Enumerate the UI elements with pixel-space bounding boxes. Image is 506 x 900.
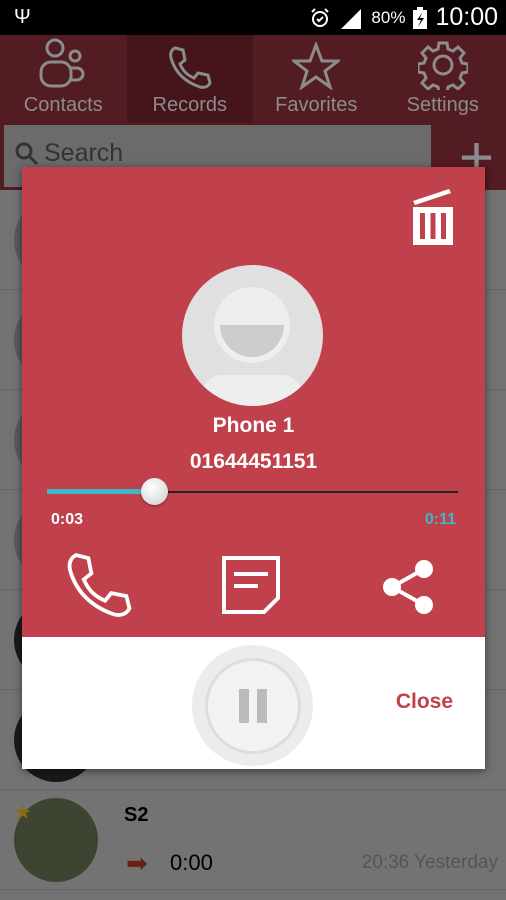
tab-settings[interactable]: Settings xyxy=(380,35,506,123)
pause-button[interactable] xyxy=(192,645,313,766)
tab-label: Contacts xyxy=(23,94,103,116)
seek-handle[interactable] xyxy=(140,478,168,505)
favorite-star-icon: ★ xyxy=(14,802,32,824)
call-icon[interactable] xyxy=(64,549,134,619)
note-icon[interactable] xyxy=(218,552,284,618)
outgoing-arrow-icon: ➡ xyxy=(126,848,148,878)
record-duration: 0:00 xyxy=(170,850,213,875)
gear-icon xyxy=(417,41,468,90)
pause-icon xyxy=(238,688,249,723)
list-item[interactable]: ★ S2 ➡ 0:00 20:36 Yesterday xyxy=(0,790,506,890)
contact-number: 01644451151 xyxy=(189,450,318,473)
clock: 10:00 xyxy=(435,3,498,31)
contact-avatar xyxy=(182,265,323,406)
alarm-icon xyxy=(311,7,330,27)
contacts-icon xyxy=(39,38,85,88)
search-placeholder: Search xyxy=(44,139,124,167)
tab-label: Records xyxy=(152,94,227,116)
record-time: 20:36 Yesterday xyxy=(361,852,498,873)
total-time: 0:11 xyxy=(424,511,456,528)
close-button[interactable]: Close xyxy=(396,690,453,714)
search-icon xyxy=(15,142,39,166)
status-bar: Ψ 80% 10:00 xyxy=(0,0,506,35)
elapsed-time: 0:03 xyxy=(51,511,84,528)
tab-contacts[interactable]: Contacts xyxy=(0,35,127,123)
tab-records[interactable]: Records xyxy=(126,35,253,123)
usb-icon: Ψ xyxy=(14,6,31,28)
seek-bar[interactable] xyxy=(47,478,458,505)
seek-progress xyxy=(47,489,154,494)
tab-label: Settings xyxy=(406,94,479,116)
record-name: S2 xyxy=(124,804,149,826)
player-dialog: Phone 1 01644451151 0:03 0:11 Close xyxy=(22,167,485,769)
share-icon[interactable] xyxy=(378,557,438,617)
phone-icon xyxy=(168,46,212,89)
tab-label: Favorites xyxy=(275,94,358,116)
tab-favorites[interactable]: Favorites xyxy=(253,35,380,123)
tab-bar: Contacts Records Favorites Settings xyxy=(0,35,506,123)
battery-charging-icon xyxy=(413,6,428,29)
battery-percent: 80% xyxy=(371,7,406,27)
delete-icon[interactable] xyxy=(409,187,457,247)
signal-icon xyxy=(341,8,362,29)
star-icon xyxy=(292,42,341,90)
contact-name: Phone 1 xyxy=(212,414,295,437)
